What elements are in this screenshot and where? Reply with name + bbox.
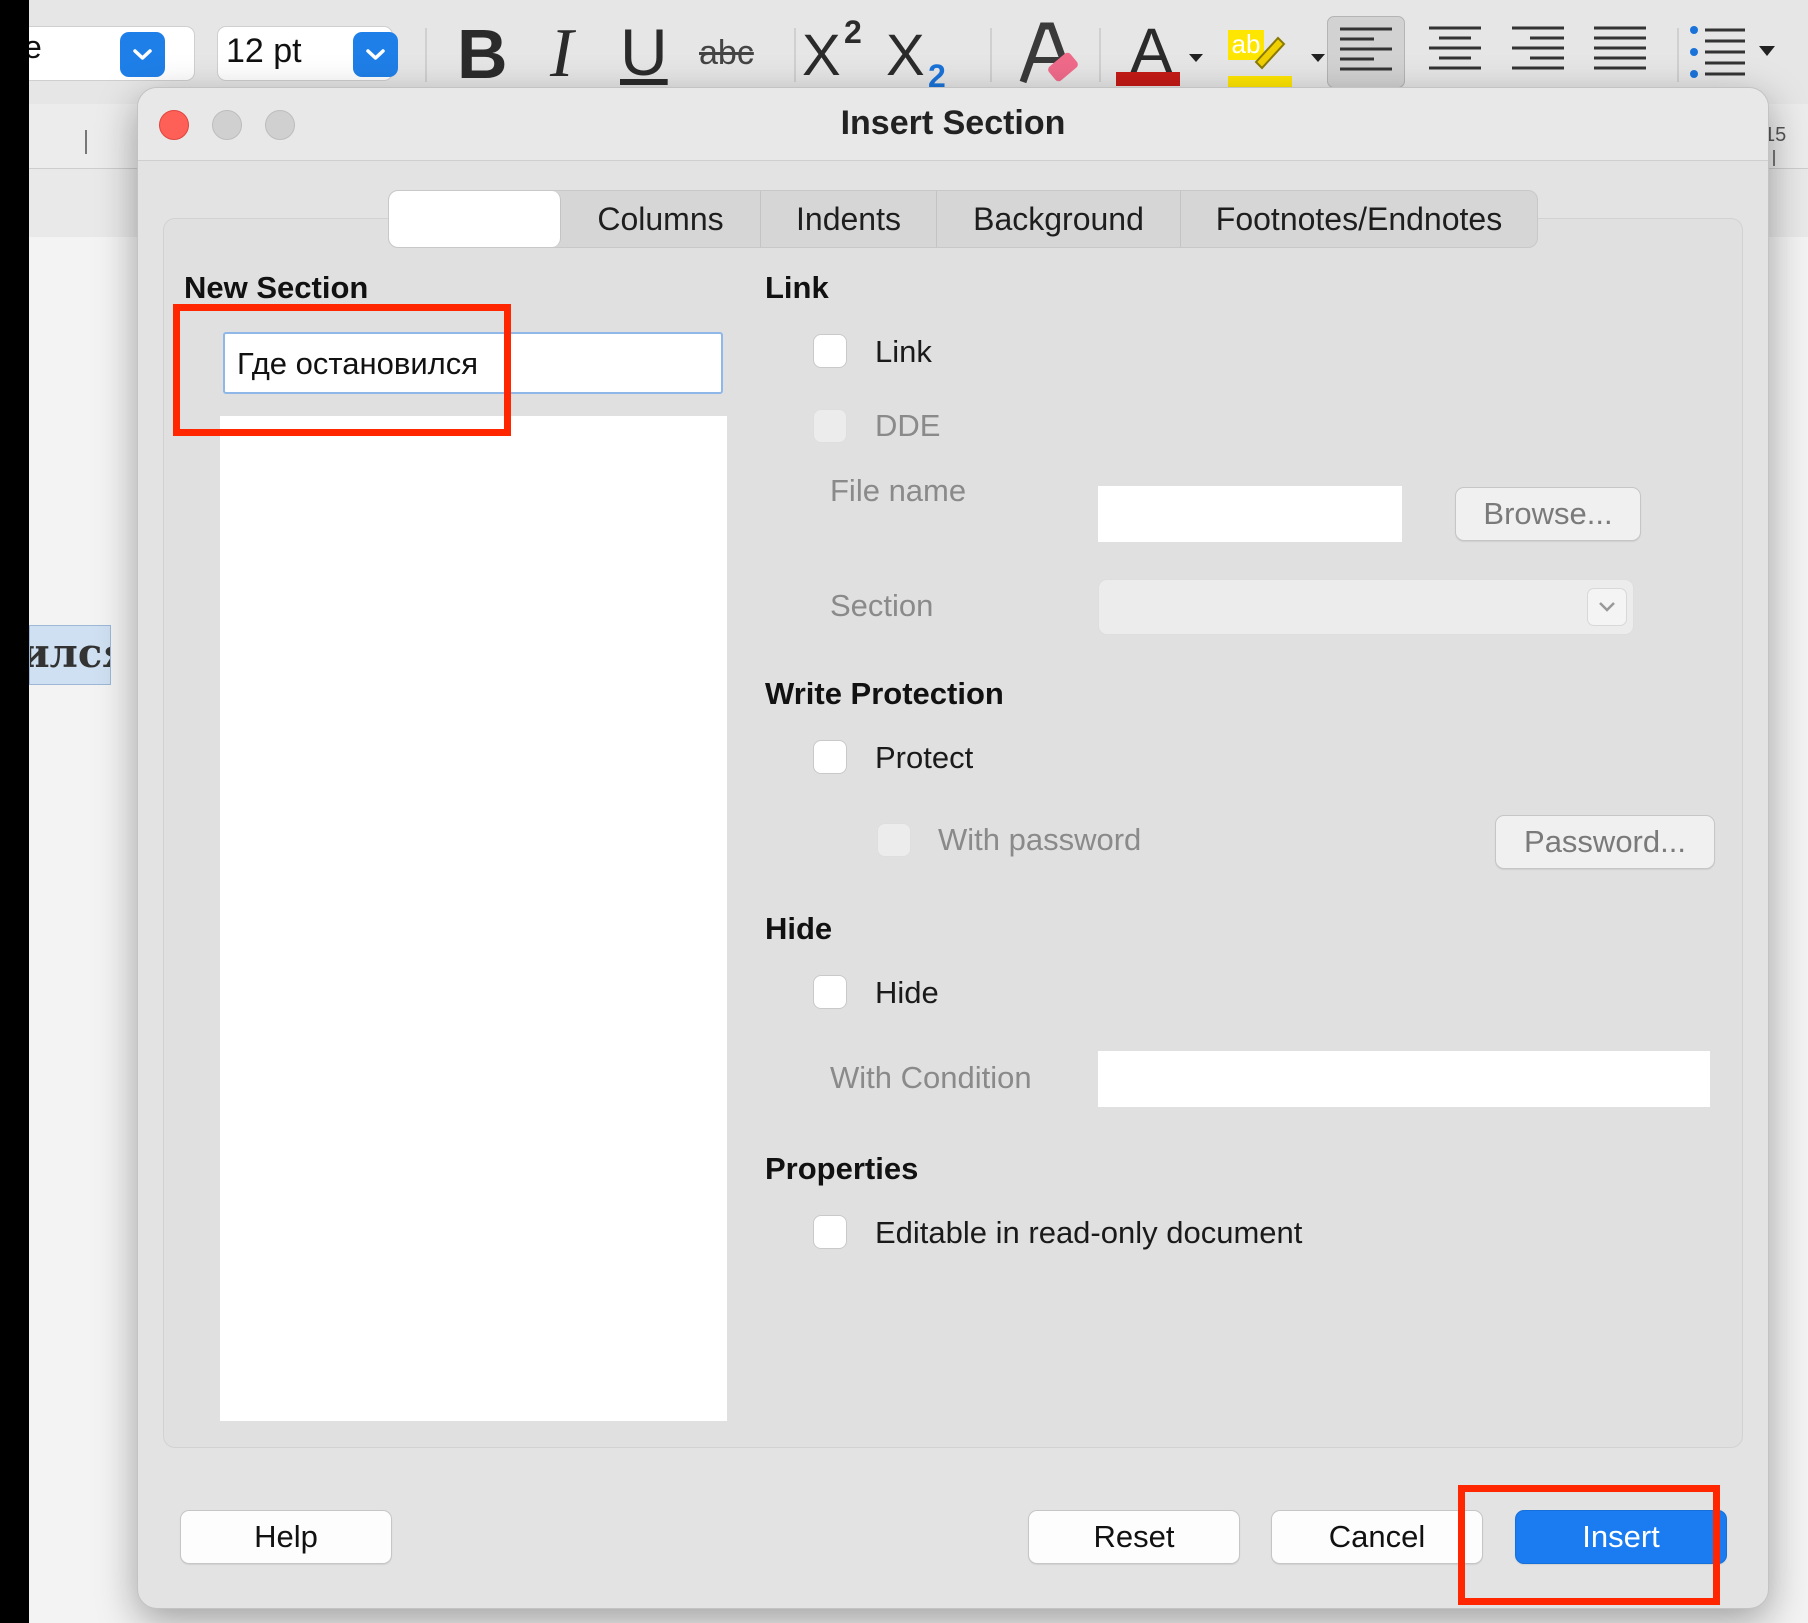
bulleted-list-button[interactable] — [1689, 24, 1808, 84]
toolbar-separator — [1099, 28, 1101, 82]
bulleted-list-icon — [1690, 26, 1775, 78]
font-name-dropdown-button[interactable] — [120, 32, 165, 77]
italic-button[interactable]: I — [550, 14, 573, 94]
section-dropdown[interactable] — [1098, 579, 1634, 635]
dialog-title: Insert Section — [840, 104, 1066, 142]
dialog-titlebar: Insert Section — [138, 88, 1768, 161]
tab-columns[interactable]: Columns — [561, 191, 761, 247]
subscript-button[interactable]: X 2 — [886, 14, 976, 94]
annotation-highlight-insert-button — [1458, 1485, 1720, 1605]
bold-button[interactable]: B — [457, 14, 508, 94]
underline-button[interactable]: U — [620, 14, 668, 90]
strikethrough-button[interactable]: abc — [699, 34, 754, 73]
justify-button[interactable] — [1592, 24, 1652, 80]
browse-button[interactable]: Browse... — [1455, 487, 1641, 541]
password-button[interactable]: Password... — [1495, 815, 1715, 869]
tab-section[interactable] — [389, 191, 561, 247]
with-condition-input[interactable] — [1098, 1051, 1710, 1107]
link-checkbox[interactable] — [813, 334, 847, 368]
tab-bar: Columns Indents Background Footnotes/End… — [388, 190, 1538, 248]
hide-checkbox-label: Hide — [875, 975, 939, 1010]
align-right-icon — [1512, 26, 1564, 70]
align-left-button[interactable] — [1327, 16, 1405, 88]
toolbar-separator — [425, 28, 427, 82]
cancel-button[interactable]: Cancel — [1271, 1510, 1483, 1564]
superscript-x: X — [802, 23, 841, 88]
align-right-button[interactable] — [1510, 24, 1570, 80]
reset-button[interactable]: Reset — [1028, 1510, 1240, 1564]
align-center-button[interactable] — [1427, 24, 1487, 80]
ruler-tick — [1773, 150, 1775, 166]
superscript-button[interactable]: X 2 — [802, 14, 892, 90]
tab-background[interactable]: Background — [937, 191, 1181, 247]
justify-icon — [1594, 26, 1646, 70]
clear-formatting-icon — [1019, 22, 1078, 84]
file-name-label: File name — [830, 473, 967, 508]
dde-checkbox[interactable] — [813, 409, 847, 443]
section-dropdown-button[interactable] — [1587, 588, 1627, 626]
ruler-tick — [85, 130, 87, 154]
editable-read-only-label: Editable in read-only document — [875, 1215, 1303, 1250]
font-color-swatch — [1116, 72, 1180, 86]
clear-formatting-button[interactable] — [1015, 20, 1085, 90]
font-color-button[interactable]: A — [1114, 14, 1204, 94]
toolbar-separator — [1677, 28, 1679, 82]
writer-window: e 12 pt B I U abc X 2 X 2 A ab 15 лс Ins… — [29, 0, 1808, 1623]
highlight-color-button[interactable]: ab — [1226, 14, 1326, 94]
editable-read-only-checkbox[interactable] — [813, 1215, 847, 1249]
link-heading: Link — [765, 270, 829, 305]
caret-down-icon — [1189, 54, 1203, 62]
font-name-value: e — [29, 29, 42, 65]
document-text-fragment: ился — [29, 625, 111, 685]
with-password-label: With password — [938, 822, 1142, 857]
chevron-down-icon — [1599, 602, 1615, 612]
file-name-input[interactable] — [1098, 486, 1402, 542]
align-center-icon — [1429, 26, 1481, 70]
chevron-down-icon — [133, 49, 152, 60]
new-section-heading: New Section — [184, 270, 369, 305]
font-name-box[interactable]: e — [29, 26, 195, 81]
properties-heading: Properties — [765, 1151, 919, 1186]
sections-list[interactable] — [220, 416, 727, 1421]
link-checkbox-label: Link — [875, 334, 932, 369]
help-button[interactable]: Help — [180, 1510, 392, 1564]
hide-checkbox[interactable] — [813, 975, 847, 1009]
font-size-value: 12 pt — [226, 32, 302, 70]
section-label: Section — [830, 588, 934, 623]
toolbar-separator — [990, 28, 992, 82]
protect-checkbox-label: Protect — [875, 740, 974, 775]
caret-down-icon — [1311, 54, 1325, 62]
annotation-highlight-name-field — [173, 304, 511, 436]
tab-indents[interactable]: Indents — [761, 191, 937, 247]
dde-checkbox-label: DDE — [875, 408, 941, 443]
with-password-checkbox[interactable] — [877, 823, 911, 857]
font-size-dropdown-button[interactable] — [353, 32, 398, 77]
subscript-x: X — [886, 23, 925, 88]
toolbar-separator — [794, 28, 796, 82]
highlighter-pen-icon — [1254, 36, 1286, 70]
hide-heading: Hide — [765, 911, 833, 946]
align-left-icon — [1340, 27, 1392, 71]
with-condition-label: With Condition — [830, 1060, 1032, 1095]
superscript-exponent: 2 — [844, 14, 862, 50]
write-protection-heading: Write Protection — [765, 676, 1004, 711]
tab-footnotes-endnotes[interactable]: Footnotes/Endnotes — [1181, 191, 1537, 247]
protect-checkbox[interactable] — [813, 740, 847, 774]
chevron-down-icon — [366, 49, 385, 60]
